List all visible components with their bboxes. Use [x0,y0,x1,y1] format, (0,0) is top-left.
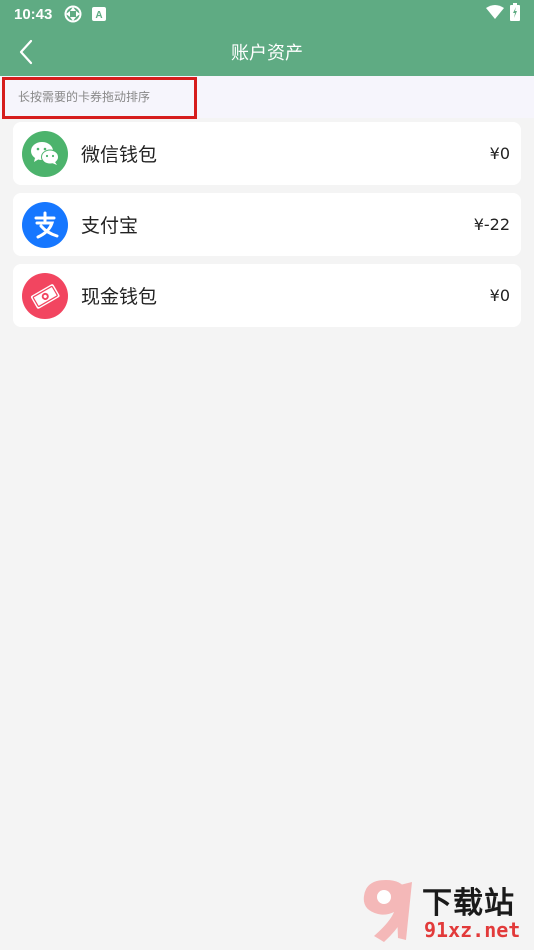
chevron-left-icon [19,39,33,65]
account-name: 支付宝 [81,215,139,237]
watermark-text: 下载站 [422,886,515,921]
account-card-cash[interactable]: 现金钱包 ¥0 [13,264,521,327]
watermark-logo-icon [363,880,412,942]
keyboard-a-icon: A [92,7,107,21]
cash-icon [22,272,68,319]
account-amount: ¥-22 [473,215,510,234]
svg-text:A: A [96,10,103,21]
wechat-icon [22,130,68,177]
account-name: 微信钱包 [81,144,158,166]
status-bar: 10:43 A [0,0,534,28]
page-title: 账户资产 [231,43,303,64]
wifi-icon [486,5,504,23]
highlight-box [2,77,197,119]
account-name: 现金钱包 [81,286,158,308]
account-amount: ¥0 [489,286,510,305]
battery-icon [510,3,520,25]
account-list: 微信钱包 ¥0 支付宝 ¥-22 现金钱包 ¥0 [13,122,521,335]
account-card-wechat[interactable]: 微信钱包 ¥0 [13,122,521,185]
status-time: 10:43 [14,5,53,23]
sync-icon [64,5,82,23]
sort-hint-bar: 长按需要的卡券拖动排序 [0,76,534,119]
account-amount: ¥0 [489,144,510,163]
app-bar: 账户资产 [0,28,534,76]
watermark: 下载站 91xz.net [356,874,530,948]
account-card-alipay[interactable]: 支付宝 ¥-22 [13,193,521,256]
status-right-group [486,3,520,25]
watermark-url: 91xz.net [424,918,521,942]
back-button[interactable] [12,38,40,66]
alipay-icon [22,201,68,248]
